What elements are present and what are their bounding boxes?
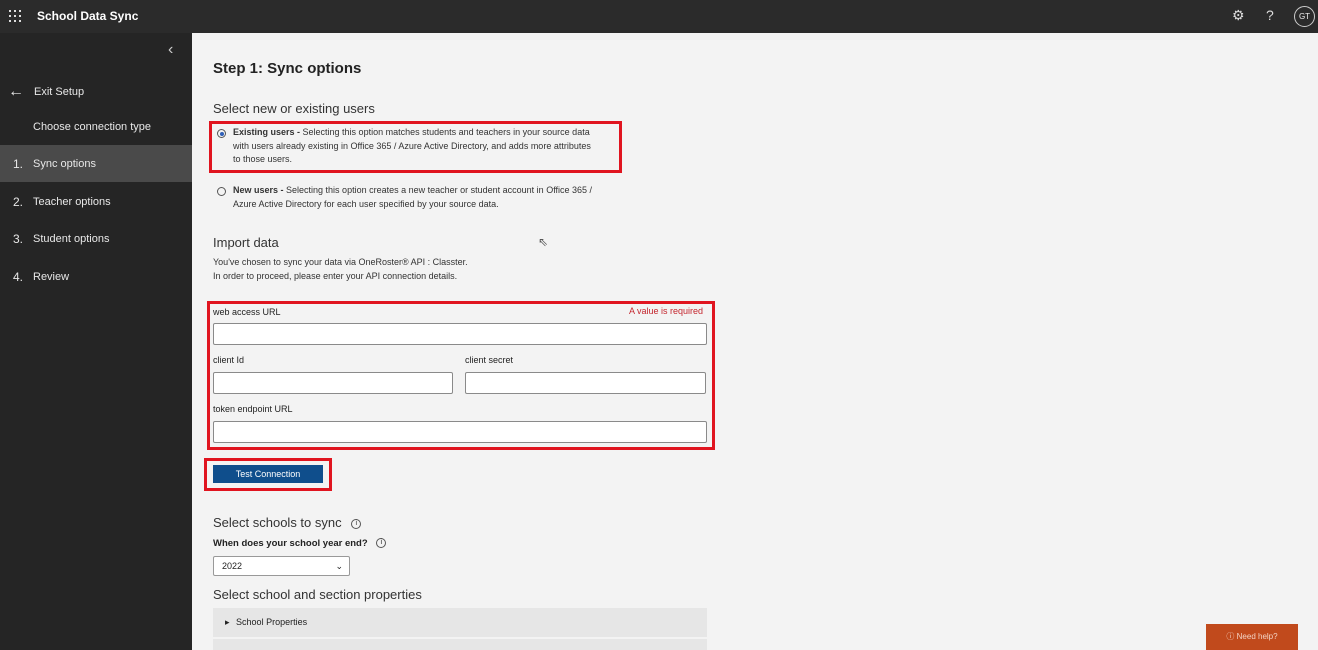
client-id-label: client Id (213, 355, 245, 365)
caret-right-icon: ▸ (225, 617, 230, 627)
web-access-url-label: web access URL (213, 307, 281, 317)
help-circle-icon: ⓘ (1226, 632, 1235, 641)
users-heading: Select new or existing users (213, 101, 375, 116)
step-number: 2. (13, 194, 24, 209)
existing-users-desc: to those users. (233, 154, 293, 164)
gear-icon[interactable]: ⚙ (1232, 7, 1245, 24)
need-help-label: Need help? (1236, 632, 1278, 641)
arrow-left-icon: ← (8, 83, 24, 100)
properties-heading: Select school and section properties (213, 587, 422, 602)
sidebar-item-label: Teacher options (33, 195, 111, 208)
main-content: Step 1: Sync options Select new or exist… (192, 33, 1318, 650)
token-endpoint-url-label: token endpoint URL (213, 404, 293, 414)
new-users-desc: Azure Active Directory for each user spe… (233, 198, 499, 209)
exit-setup-label: Exit Setup (34, 86, 85, 98)
avatar[interactable]: GT (1294, 6, 1315, 27)
need-help-button[interactable]: ⓘ Need help? (1206, 624, 1298, 650)
sidebar-item-connection-type[interactable]: Choose connection type (33, 121, 151, 133)
existing-users-desc: Selecting this option matches students a… (300, 127, 590, 137)
existing-users-desc: with users already existing in Office 36… (233, 140, 591, 151)
year-end-select[interactable]: 2022 ⌄ (213, 556, 350, 576)
test-connection-button[interactable]: Test Connection (213, 465, 323, 483)
sidebar-item-sync-options[interactable]: 1. Sync options (0, 145, 192, 182)
section-properties-accordion[interactable] (213, 639, 707, 650)
mouse-cursor-icon: ⇖ (538, 235, 549, 249)
existing-users-radio[interactable] (217, 129, 226, 138)
sidebar-item-student-options[interactable]: 3. Student options (0, 220, 192, 257)
step-number: 3. (13, 231, 24, 246)
app-title: School Data Sync (37, 9, 139, 23)
app-launcher-icon[interactable] (9, 10, 21, 22)
schools-heading: Select schools to sync i (213, 515, 362, 530)
exit-setup-link[interactable]: ← Exit Setup (8, 83, 84, 101)
import-desc-line: You've chosen to sync your data via OneR… (213, 257, 468, 267)
web-access-url-input[interactable] (213, 323, 707, 345)
client-secret-input[interactable] (465, 372, 706, 394)
import-desc-line: In order to proceed, please enter your A… (213, 270, 458, 281)
schools-heading-text: Select schools to sync (213, 515, 342, 530)
sidebar-item-label: Sync options (33, 157, 96, 170)
import-heading: Import data (213, 235, 279, 250)
existing-users-label: Existing users - (233, 127, 301, 137)
existing-users-option: Existing users - Selecting this option m… (233, 126, 618, 167)
token-endpoint-url-input[interactable] (213, 421, 707, 443)
school-properties-label: School Properties (236, 617, 308, 627)
info-icon[interactable]: i (351, 518, 362, 529)
school-properties-accordion[interactable]: ▸ School Properties (213, 608, 707, 637)
new-users-desc: Selecting this option creates a new teac… (283, 185, 593, 195)
import-description: You've chosen to sync your data via OneR… (213, 256, 468, 283)
info-icon[interactable]: i (376, 538, 387, 549)
chevron-down-icon: ⌄ (335, 561, 343, 571)
sidebar: ‹ ← Exit Setup Choose connection type 1.… (0, 33, 192, 650)
sidebar-item-teacher-options[interactable]: 2. Teacher options (0, 183, 192, 220)
question-icon[interactable]: ? (1266, 7, 1274, 23)
year-end-value: 2022 (222, 561, 243, 571)
sidebar-item-review[interactable]: 4. Review (0, 258, 192, 295)
new-users-label: New users - (233, 185, 284, 195)
new-users-radio[interactable] (217, 187, 226, 196)
client-secret-label: client secret (465, 355, 514, 365)
year-end-label-text: When does your school year end? (213, 538, 368, 549)
step-number: 1. (13, 156, 24, 171)
web-access-url-error: A value is required (629, 306, 704, 316)
chevron-left-icon[interactable]: ‹ (168, 41, 173, 59)
sidebar-item-label: Review (33, 270, 70, 283)
sidebar-item-label: Student options (33, 232, 110, 245)
year-end-label: When does your school year end? i (213, 538, 387, 549)
client-id-input[interactable] (213, 372, 453, 394)
step-number: 4. (13, 269, 24, 284)
top-bar: School Data Sync ⚙ ? GT (0, 0, 1318, 33)
new-users-option: New users - Selecting this option create… (233, 184, 633, 211)
page-title: Step 1: Sync options (213, 60, 362, 77)
